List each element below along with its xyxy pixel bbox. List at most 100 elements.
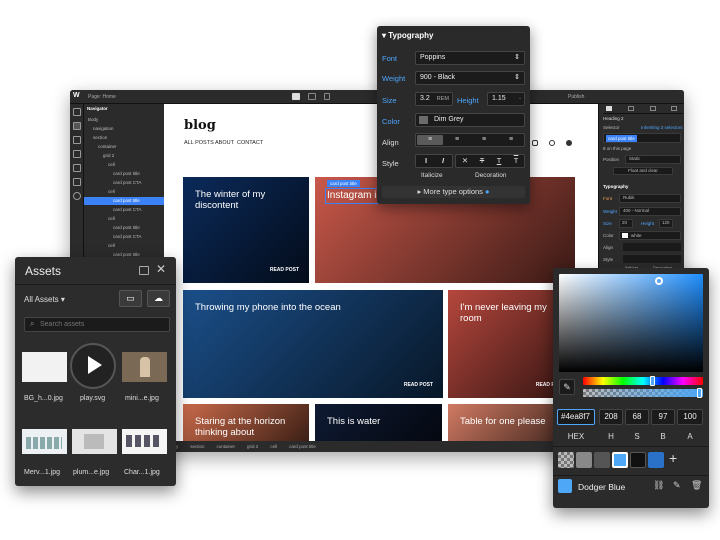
nav-link-all-posts[interactable]: ALL POSTS: [184, 140, 214, 146]
typography-panel-header[interactable]: ▾ Typography: [382, 31, 433, 40]
swatch[interactable]: [576, 452, 592, 468]
more-type-options-button[interactable]: ▸ More type options ●: [382, 186, 525, 198]
github-icon[interactable]: [566, 140, 572, 146]
size-input[interactable]: 20: [619, 219, 633, 228]
navigator-item[interactable]: grid 2: [84, 152, 164, 160]
height-input[interactable]: 1.15 -: [487, 92, 525, 106]
style-buttons[interactable]: [623, 255, 681, 263]
navigator-item[interactable]: container: [84, 143, 164, 151]
asset-thumbnail[interactable]: [122, 429, 167, 454]
saturation-brightness-area[interactable]: [559, 274, 703, 372]
typography-section-title[interactable]: Typography: [603, 184, 628, 189]
blog-card[interactable]: The winter of my discontent READ POST: [183, 177, 309, 283]
navigator-item[interactable]: cell: [84, 215, 164, 223]
trash-icon[interactable]: 🗑: [691, 480, 702, 491]
search-field[interactable]: ⌕: [24, 317, 170, 332]
edit-icon[interactable]: ✎: [673, 480, 681, 491]
page-selector[interactable]: Page: Home: [88, 94, 116, 100]
dribbble-icon[interactable]: [549, 140, 555, 146]
asset-thumbnail[interactable]: [22, 352, 67, 382]
instagram-icon[interactable]: [532, 140, 538, 146]
italic-style-icon[interactable]: I: [435, 156, 451, 166]
eyedropper-icon[interactable]: ✎: [559, 379, 575, 395]
regular-style-icon[interactable]: I: [418, 156, 434, 166]
navigator-item[interactable]: card post title: [84, 170, 164, 178]
pages-icon[interactable]: [73, 136, 81, 144]
navigator-item[interactable]: card post CTA: [84, 233, 164, 241]
navigator-item[interactable]: card post CTA: [84, 206, 164, 214]
blog-title[interactable]: blog: [184, 118, 216, 133]
alpha-handle[interactable]: [697, 388, 702, 398]
blog-card[interactable]: Throwing my phone into the ocean READ PO…: [183, 290, 443, 398]
position-select[interactable]: Static: [625, 155, 681, 164]
navigator-item[interactable]: section: [84, 134, 164, 142]
settings-icon[interactable]: [73, 192, 81, 200]
size-unit[interactable]: REM: [437, 93, 449, 105]
color-field[interactable]: Dim Grey: [415, 113, 525, 127]
mobile-breakpoint-icon[interactable]: [324, 93, 330, 100]
navigator-item[interactable]: Body: [84, 116, 164, 124]
publish-button[interactable]: Publish: [568, 94, 584, 100]
upload-icon[interactable]: ☁: [147, 290, 170, 307]
font-select[interactable]: Poppins ⇕: [415, 51, 525, 65]
nav-link-contact[interactable]: CONTACT: [237, 140, 263, 146]
breadcrumb-item[interactable]: section: [190, 444, 204, 449]
brightness-input[interactable]: 97: [651, 409, 675, 425]
no-decoration-icon[interactable]: ✕: [457, 156, 473, 166]
style-manager-icon[interactable]: [650, 106, 656, 111]
breadcrumb-item[interactable]: card post title: [289, 444, 316, 449]
breadcrumb-item[interactable]: cell: [270, 444, 277, 449]
navigator-icon[interactable]: [73, 122, 81, 130]
card-post-title[interactable]: Throwing my phone into the ocean: [195, 302, 395, 313]
underline-icon[interactable]: T: [491, 156, 507, 166]
size-input[interactable]: 3.2 REM: [415, 92, 453, 106]
assets-icon[interactable]: [73, 178, 81, 186]
swatch[interactable]: [594, 452, 610, 468]
dock-panel-icon[interactable]: [139, 266, 149, 275]
card-post-title[interactable]: The winter of my discontent: [195, 189, 295, 211]
height-input[interactable]: 120: [659, 219, 673, 228]
tablet-breakpoint-icon[interactable]: [308, 93, 316, 100]
align-center-icon[interactable]: ≡: [444, 135, 470, 145]
card-post-title[interactable]: This is water: [327, 416, 427, 427]
swatch[interactable]: [648, 452, 664, 468]
blog-card[interactable]: This is water: [315, 404, 442, 444]
asset-thumbnail[interactable]: [22, 429, 67, 454]
ecommerce-icon[interactable]: [73, 164, 81, 172]
align-justify-icon[interactable]: ≡: [498, 135, 524, 145]
selector-class-chip[interactable]: card post title: [606, 135, 637, 142]
weight-select[interactable]: 900 - Black ⇕: [415, 71, 525, 85]
hue-handle[interactable]: [650, 376, 655, 386]
selector-field[interactable]: card post title: [603, 133, 681, 143]
alpha-slider[interactable]: [583, 388, 703, 398]
new-folder-icon[interactable]: ▭: [119, 290, 142, 307]
asset-thumbnail[interactable]: [122, 352, 167, 382]
desktop-breakpoint-icon[interactable]: [292, 93, 300, 100]
navigator-item[interactable]: cell: [84, 242, 164, 250]
card-post-cta[interactable]: READ POST: [404, 382, 433, 388]
align-buttons[interactable]: [623, 243, 681, 251]
hue-slider[interactable]: [583, 376, 703, 386]
asset-thumbnail[interactable]: [70, 343, 116, 389]
asset-filter-dropdown[interactable]: All Assets ▾: [24, 295, 65, 304]
alpha-input[interactable]: 100: [677, 409, 703, 425]
interactions-icon[interactable]: [671, 106, 677, 111]
hue-input[interactable]: 208: [599, 409, 623, 425]
float-clear-button[interactable]: Float and clear: [613, 167, 673, 175]
add-swatch-icon[interactable]: +: [669, 450, 677, 466]
breadcrumb-item[interactable]: container: [217, 444, 236, 449]
cms-icon[interactable]: [73, 150, 81, 158]
weight-select[interactable]: 400 - Normal: [619, 207, 681, 216]
overline-icon[interactable]: T: [508, 156, 524, 166]
webflow-logo-icon[interactable]: W: [73, 92, 80, 99]
swatch[interactable]: [630, 452, 646, 468]
blog-card[interactable]: Staring at the horizon thinking about: [183, 404, 309, 444]
card-post-cta[interactable]: READ POST: [270, 267, 299, 273]
swatch-selected[interactable]: [612, 452, 628, 468]
style-brush-icon[interactable]: [606, 106, 612, 111]
navigator-item[interactable]: card post title: [84, 224, 164, 232]
align-right-icon[interactable]: ≡: [471, 135, 497, 145]
add-panel-icon[interactable]: [73, 108, 81, 116]
breadcrumb-item[interactable]: grid 2: [247, 444, 258, 449]
navigator-item[interactable]: navigation: [84, 125, 164, 133]
